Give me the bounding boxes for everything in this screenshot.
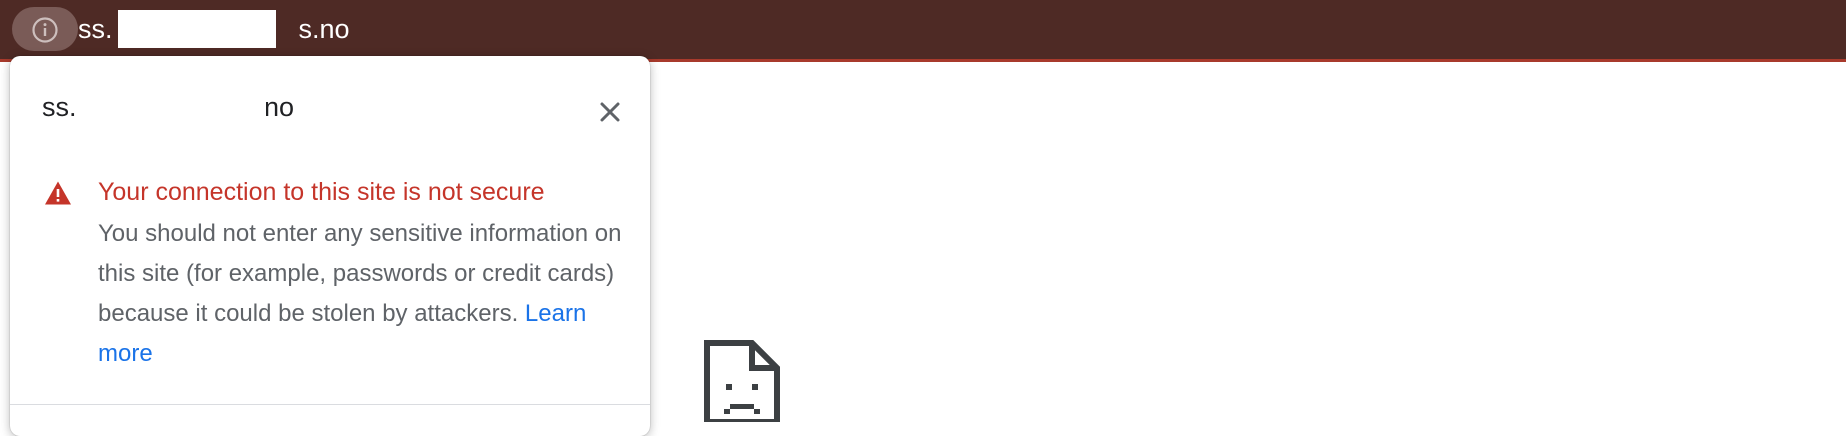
close-icon [600, 102, 620, 122]
popup-divider [10, 404, 650, 405]
browser-toolbar: ss. s.no [0, 0, 1846, 62]
url-redaction [118, 10, 276, 48]
warning-triangle-icon [45, 181, 71, 205]
site-info-button[interactable] [12, 7, 78, 51]
warning-description: You should not enter any sensitive infor… [98, 214, 628, 374]
warning-title: Your connection to this site is not secu… [98, 178, 545, 206]
host-prefix: ss. [42, 92, 77, 122]
site-info-popup: ss. .no Your connection to this site is n… [10, 56, 650, 436]
url-prefix: ss. [78, 14, 113, 44]
info-circle-icon [32, 17, 58, 43]
hostname-redaction [90, 88, 266, 128]
url-suffix: s.no [298, 14, 350, 44]
close-button[interactable] [592, 94, 628, 130]
sad-document-icon [704, 340, 780, 422]
